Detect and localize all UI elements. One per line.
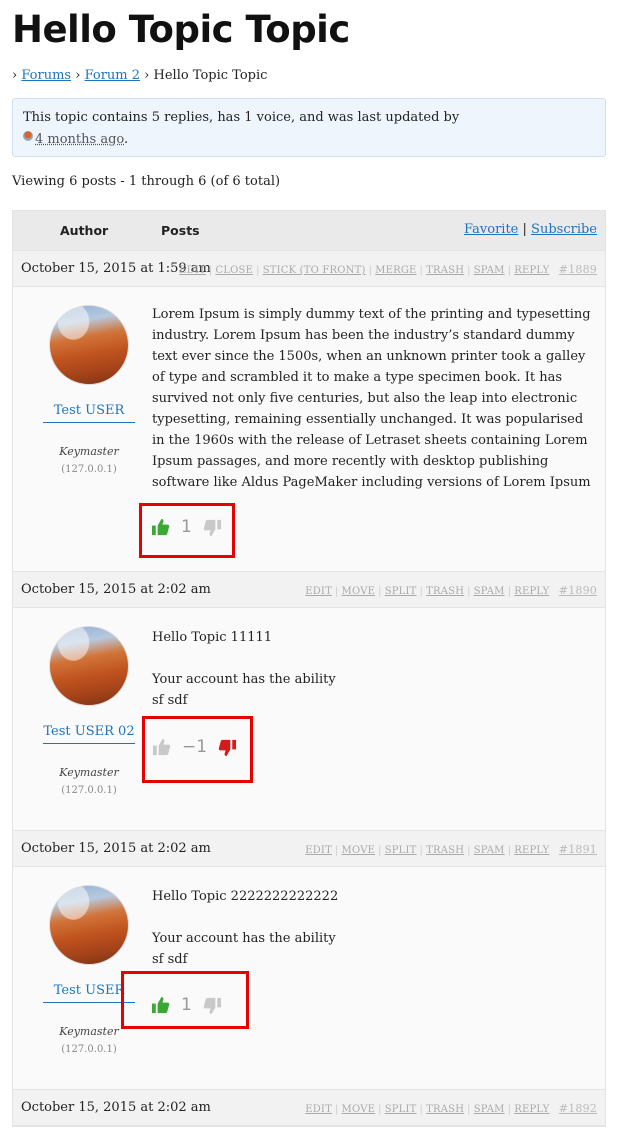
breadcrumb: › Forums › Forum 2 › Hello Topic Topic [12,68,267,83]
post-paragraph: Hello Topic 2222222222222 [152,889,339,904]
spam-link[interactable]: SPAM [474,845,505,856]
post-author: Test USER 02 Keymaster (127.0.0.1) [33,626,145,796]
post-permalink[interactable]: #1890 [559,584,597,597]
post-header: October 15, 2015 at 2:02 am EDIT | MOVE | SP… [13,830,605,867]
post-paragraph: Your account has the ability [152,931,336,946]
page-title: Hello Topic Topic [12,8,350,51]
breadcrumb-forum2-link[interactable]: Forum 2 [85,68,140,83]
post-date: October 15, 2015 at 2:02 am [21,1100,211,1115]
spam-link[interactable]: SPAM [474,586,505,597]
pagination-count: Viewing 6 posts - 1 through 6 (of 6 tota… [12,174,281,189]
post-paragraph: Lorem Ipsum is simply dummy text of the … [152,307,591,490]
reply-link[interactable]: REPLY [514,845,549,856]
post-paragraph: Your account has the ability [152,672,336,687]
topic-info-notice: This topic contains 5 replies, has 1 voi… [12,98,606,157]
edit-link[interactable]: EDIT [305,1104,332,1115]
freshness-link[interactable]: 4 months ago [35,132,124,147]
post-author: Test USER Keymaster (127.0.0.1) [33,305,145,475]
post-paragraph: sf sdf [152,952,188,967]
admin-links: EDIT | MOVE | SPLIT | TRASH | SPAM | REPLY #1891 [305,843,597,856]
breadcrumb-separator: › [144,68,150,83]
page: Hello Topic Topic › Forums › Forum 2 › H… [0,0,618,1129]
highlight-box [121,971,249,1029]
post-paragraph: Hello Topic 11111 [152,630,273,645]
author-column-header: Author [60,223,109,238]
post-header: October 15, 2015 at 2:02 am EDIT | MOVE | SP… [13,1089,605,1126]
edit-link[interactable]: EDIT [305,586,332,597]
highlight-box [142,716,253,783]
post-permalink[interactable]: #1891 [559,843,597,856]
breadcrumb-separator: › [75,68,81,83]
move-link[interactable]: MOVE [342,845,376,856]
topic-posts: Author Posts Favorite | Subscribe Octobe… [12,210,606,1127]
post-body: Test USER 02 Keymaster (127.0.0.1) Hello… [13,608,605,830]
topic-actions-separator: | [522,222,527,237]
spam-link[interactable]: SPAM [474,1104,505,1115]
author-ip: (127.0.0.1) [61,464,117,475]
reply-link[interactable]: REPLY [514,265,549,276]
admin-links: EDIT | MOVE | SPLIT | TRASH | SPAM | REPLY #1890 [305,584,597,597]
reply-link[interactable]: REPLY [514,1104,549,1115]
post-body: Test USER Keymaster (127.0.0.1) Lorem Ip… [13,287,605,571]
notice-period: . [124,132,129,147]
author-role: Keymaster [59,766,119,779]
trash-link[interactable]: TRASH [426,265,464,276]
trash-link[interactable]: TRASH [426,1104,464,1115]
split-link[interactable]: SPLIT [385,845,417,856]
breadcrumb-forums-link[interactable]: Forums [21,68,71,83]
spam-link[interactable]: SPAM [474,265,505,276]
post-header: October 15, 2015 at 2:02 am EDIT | MOVE | SP… [13,571,605,608]
post-content: Hello Topic 2222222222222 Your account h… [152,886,592,970]
close-link[interactable]: CLOSE [215,265,253,276]
trash-link[interactable]: TRASH [426,845,464,856]
post-date: October 15, 2015 at 2:02 am [21,841,211,856]
author-ip: (127.0.0.1) [61,1044,117,1055]
post-content: Hello Topic 11111 Your account has the a… [152,627,592,711]
topic-header: Author Posts Favorite | Subscribe [13,211,605,250]
split-link[interactable]: SPLIT [385,586,417,597]
breadcrumb-current: Hello Topic Topic [153,68,268,83]
stick-link[interactable]: STICK (TO FRONT) [263,265,366,276]
notice-text: This topic contains 5 replies, has 1 voi… [23,110,460,125]
author-ip: (127.0.0.1) [61,785,117,796]
author-role: Keymaster [59,445,119,458]
trash-link[interactable]: TRASH [426,586,464,597]
subscribe-link[interactable]: Subscribe [531,222,597,237]
move-link[interactable]: MOVE [342,586,376,597]
post-permalink[interactable]: #1892 [559,1102,597,1115]
post-body: Test USER Keymaster (127.0.0.1) Hello To… [13,867,605,1089]
avatar[interactable] [49,626,129,706]
edit-link[interactable]: EDIT [305,845,332,856]
split-link[interactable]: SPLIT [385,1104,417,1115]
reply-link[interactable]: REPLY [514,586,549,597]
breadcrumb-separator: › [12,68,18,83]
avatar[interactable] [49,885,129,965]
merge-link[interactable]: MERGE [375,265,416,276]
post-author: Test USER Keymaster (127.0.0.1) [33,885,145,1055]
post-permalink[interactable]: #1889 [559,263,597,276]
post-content: Lorem Ipsum is simply dummy text of the … [152,304,592,493]
post-date: October 15, 2015 at 2:02 am [21,582,211,597]
admin-links: EDIT | MOVE | SPLIT | TRASH | SPAM | REPLY #1892 [305,1102,597,1115]
posts-column-header: Posts [161,223,200,238]
topic-actions: Favorite | Subscribe [464,222,597,237]
move-link[interactable]: MOVE [342,1104,376,1115]
admin-links: EDIT | CLOSE | STICK (TO FRONT) | MERGE | TRASH |… [179,263,597,276]
post-header: October 15, 2015 at 1:59 am EDIT | CLOSE | S… [13,250,605,287]
highlight-box [139,503,235,558]
avatar[interactable] [49,305,129,385]
author-name-link[interactable]: Test USER [43,403,135,423]
author-name-link[interactable]: Test USER 02 [43,724,135,744]
favorite-link[interactable]: Favorite [464,222,518,237]
mini-avatar[interactable] [23,131,33,141]
edit-link[interactable]: EDIT [179,265,206,276]
post-paragraph: sf sdf [152,693,188,708]
